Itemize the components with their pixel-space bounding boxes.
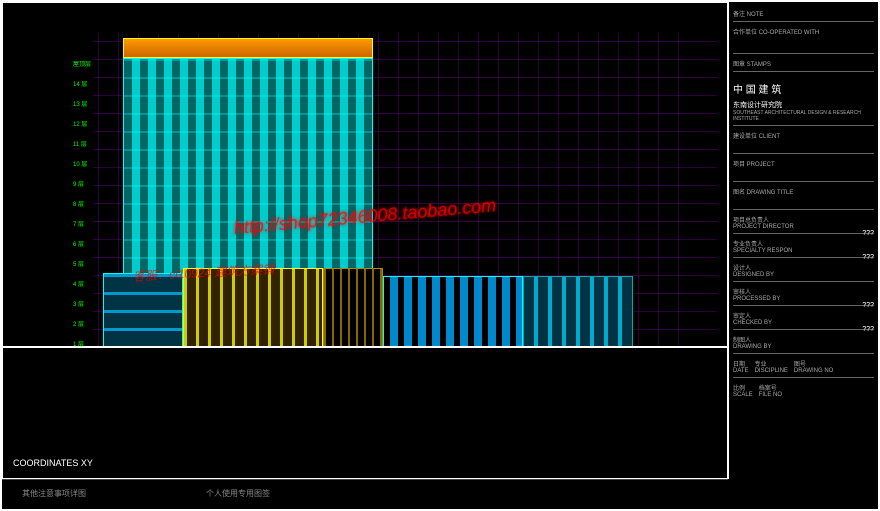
processed-value: ???: [862, 302, 874, 309]
floor-label: 4 层: [73, 279, 84, 288]
dwgno-en: DRAWING NO: [794, 368, 833, 374]
floor-label: 1 层: [73, 339, 84, 348]
drawn-en: DRAWING BY: [733, 344, 874, 350]
drawing-title-label: 图名 DRAWING TITLE: [733, 190, 793, 196]
respon-label: 专业负责人: [733, 239, 874, 248]
floor-label: 屋顶层: [73, 59, 91, 68]
fileno-label: 档案号: [759, 383, 782, 392]
date-label: 日期: [733, 359, 749, 368]
scale-label: 比例: [733, 383, 753, 392]
company-logo-cn: 中 国 建 筑: [733, 77, 874, 100]
floor-label: 13 层: [73, 99, 87, 108]
processed-label: 审核人: [733, 287, 874, 296]
title-block: 备注 NOTE 合作单位 CO-OPERATED WITH 图章 STAMPS …: [728, 2, 878, 479]
director-en: PROJECT DIRECTOR: [733, 224, 874, 230]
checked-value: ???: [862, 326, 874, 333]
podium-block-b: [183, 268, 323, 348]
bottom-info-bar: 其他注意事项详图 个人使用专用图签: [2, 479, 728, 509]
podium-block-d: [383, 276, 523, 348]
floor-label: 7 层: [73, 219, 84, 228]
podium-block-c: [323, 268, 383, 348]
floor-label: 3 层: [73, 299, 84, 308]
date-en: DATE: [733, 368, 749, 374]
director-value: ???: [862, 230, 874, 237]
checked-label: 审定人: [733, 311, 874, 320]
floor-label: 12 层: [73, 119, 87, 128]
coop-label: 合作单位 CO-OPERATED WITH: [733, 30, 819, 36]
drawn-label: 制图人: [733, 335, 874, 344]
floor-label: 10 层: [73, 159, 87, 168]
tower-parapet: [123, 38, 373, 58]
podium-block-a: [103, 273, 183, 348]
floor-label: 14 层: [73, 79, 87, 88]
designed-label: 设计人: [733, 263, 874, 272]
stamp-label: 图章 STAMPS: [733, 62, 771, 68]
floor-label: 11 层: [73, 139, 87, 148]
floor-label: 9 层: [73, 179, 84, 188]
floor-level-labels: 1 层 2 层 3 层 4 层 5 层 6 层 7 层 8 层 9 层 10 层 11 层 12 层 1…: [73, 38, 113, 348]
podium-block-e: [523, 276, 633, 348]
floor-label: 6 层: [73, 239, 84, 248]
floor-label: 2 层: [73, 319, 84, 328]
designed-en: DESIGNED BY: [733, 272, 874, 278]
respon-en: SPECIALTY RESPON: [733, 248, 874, 254]
cad-viewport[interactable]: (function(){ var g = document.currentScr…: [0, 0, 880, 511]
client-label: 建设单位 CLIENT: [733, 134, 780, 140]
discipline-label: 专业: [755, 359, 788, 368]
bottom-text-left: 其他注意事项详图: [22, 488, 86, 501]
company-logo-sub: 东南设计研究院: [733, 100, 874, 110]
company-logo-en: SOUTHEAST ARCHITECTURAL DESIGN & RESEARC…: [733, 110, 874, 122]
floor-label: 5 层: [73, 259, 84, 268]
coordinates-readout: COORDINATES XY: [13, 458, 93, 468]
bottom-text-right: 个人使用专用图签: [206, 488, 270, 501]
fileno-en: FILE NO: [759, 392, 782, 398]
discipline-en: DISCIPLINE: [755, 368, 788, 374]
director-label: 项目总负责人: [733, 215, 874, 224]
scale-en: SCALE: [733, 392, 753, 398]
respon-value: ???: [862, 254, 874, 261]
note-label: 备注 NOTE: [733, 12, 763, 18]
dwgno-label: 图号: [794, 359, 833, 368]
drawing-canvas[interactable]: (function(){ var g = document.currentScr…: [2, 2, 728, 479]
processed-en: PROCESSED BY: [733, 296, 874, 302]
checked-en: CHECKED BY: [733, 320, 874, 326]
floor-label: 8 层: [73, 199, 84, 208]
project-label: 项目 PROJECT: [733, 162, 775, 168]
